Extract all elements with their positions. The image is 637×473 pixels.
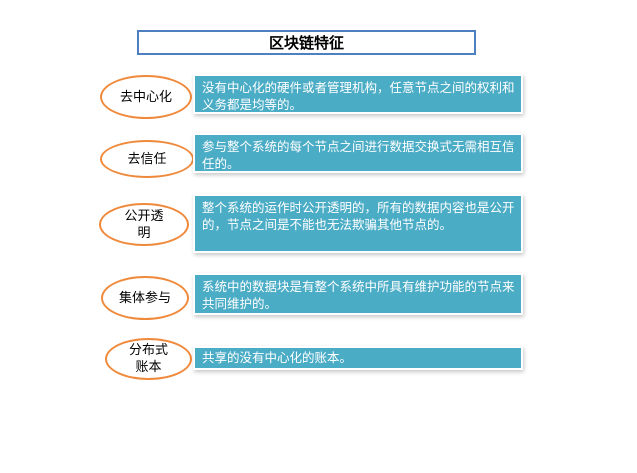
feature-description-text: 系统中的数据块是有整个系统中所具有维护功能的节点来共同维护的。 — [202, 279, 515, 311]
feature-description: 系统中的数据块是有整个系统中所具有维护功能的节点来共同维护的。 — [195, 275, 521, 313]
feature-description: 共享的没有中心化的账本。 — [195, 348, 521, 368]
feature-description: 参与整个系统的每个节点之间进行数据交换式无需相互信任的。 — [195, 135, 521, 171]
feature-description-text: 共享的没有中心化的账本。 — [202, 350, 353, 365]
feature-description: 整个系统的运作时公开透明的，所有的数据内容也是公开的，节点之间是不能也无法欺骗其… — [195, 196, 521, 251]
feature-oval-trustless: 去信任 — [100, 140, 194, 178]
feature-oval-collective-participation: 集体参与 — [101, 276, 189, 320]
feature-description-text: 整个系统的运作时公开透明的，所有的数据内容也是公开的，节点之间是不能也无法欺骗其… — [202, 200, 515, 232]
feature-name: 去中心化 — [119, 89, 172, 105]
feature-oval-distributed-ledger: 分布式账本 — [105, 338, 192, 380]
diagram-title: 区块链特征 — [137, 30, 476, 55]
feature-description: 没有中心化的硬件或者管理机构，任意节点之间的权利和义务都是均等的。 — [195, 76, 521, 112]
feature-name: 分布式账本 — [128, 343, 168, 375]
feature-description-text: 参与整个系统的每个节点之间进行数据交换式无需相互信任的。 — [202, 139, 515, 171]
feature-name: 集体参与 — [119, 290, 172, 306]
feature-oval-decentralization: 去中心化 — [100, 75, 192, 119]
feature-name: 公开透明 — [124, 208, 164, 241]
feature-description-text: 没有中心化的硬件或者管理机构，任意节点之间的权利和义务都是均等的。 — [202, 80, 515, 112]
feature-oval-transparency: 公开透明 — [99, 203, 189, 246]
feature-name: 去信任 — [127, 151, 167, 167]
